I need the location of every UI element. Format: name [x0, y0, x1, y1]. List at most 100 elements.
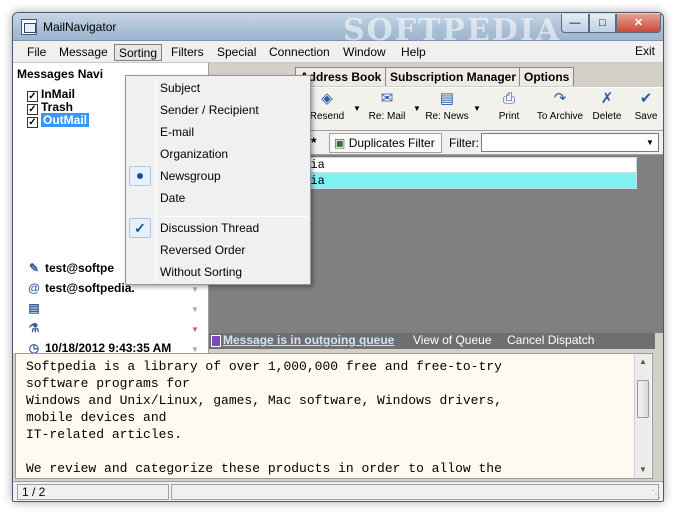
preview-line: Softpedia is a library of over 1,000,000…	[26, 359, 502, 374]
asterisk-icon: *	[311, 134, 317, 150]
menu-help[interactable]: Help	[397, 44, 430, 61]
sort-organization[interactable]: Organization	[160, 146, 228, 162]
navigator-header: Messages Navi	[17, 67, 104, 81]
outbox-icon	[211, 335, 221, 347]
preview-line: Windows and Unix/Linux, games, Mac softw…	[26, 393, 502, 408]
close-button[interactable]: ✕	[616, 14, 661, 33]
to-archive-button[interactable]: ↷ To Archive	[535, 90, 585, 130]
menu-bar: File Message Sorting Filters Special Con…	[13, 41, 663, 63]
reply-mail-dropdown-icon[interactable]: ▼	[413, 104, 421, 113]
menu-window[interactable]: Window	[339, 44, 390, 61]
duplicates-icon: ▣	[334, 136, 346, 150]
checkmark-icon: ✓	[129, 218, 151, 238]
sort-without-sorting[interactable]: Without Sorting	[160, 264, 242, 280]
print-label: Print	[498, 111, 520, 122]
folder-outmail[interactable]: ✓ OutMail	[27, 113, 89, 128]
folder-label: Trash	[41, 100, 74, 114]
tab-options[interactable]: Options	[519, 67, 575, 86]
status-panel	[171, 484, 659, 500]
delete-label: Delete	[592, 111, 622, 122]
menu-filters[interactable]: Filters	[167, 44, 208, 61]
sort-newsgroup[interactable]: Newsgroup	[160, 168, 221, 184]
recipient-value: test@softpe	[45, 261, 115, 275]
resize-grip-icon[interactable]: ⋱	[651, 489, 661, 500]
resend-dropdown-icon[interactable]: ▼	[353, 104, 361, 113]
status-bar: 1 / 2 ⋱	[13, 481, 663, 501]
book-icon: ▤	[28, 301, 40, 315]
sort-subject[interactable]: Subject	[160, 80, 200, 96]
folder-label: OutMail	[41, 113, 89, 127]
delete-button[interactable]: ✗ Delete	[589, 90, 625, 130]
attachment-icon: ⚗	[28, 321, 40, 335]
queue-status-text: Message is in outgoing queue	[223, 333, 395, 347]
resend-button[interactable]: ◈ Resend	[305, 90, 349, 130]
info-sender: @ test@softpedia.	[27, 279, 135, 297]
message-preview[interactable]: Softpedia is a library of over 1,000,000…	[15, 353, 653, 479]
preview-line: We review and categorize these products …	[26, 461, 502, 476]
menu-exit[interactable]: Exit	[635, 44, 655, 58]
scroll-up-icon[interactable]: ▲	[635, 354, 651, 370]
save-button[interactable]: ✔ Save	[629, 90, 663, 130]
preview-scrollbar[interactable]: ▲ ▼	[634, 354, 651, 478]
window-title: MailNavigator	[43, 20, 117, 34]
chevron-down-icon[interactable]: ▼	[191, 285, 199, 294]
menu-file[interactable]: File	[23, 44, 50, 61]
pen-icon: ✎	[28, 261, 40, 275]
at-icon: @	[28, 281, 40, 295]
title-bar: SOFTPEDIA MailNavigator — □ ✕	[13, 13, 663, 48]
reply-mail-icon: ✉	[380, 90, 394, 107]
chevron-down-icon[interactable]: ▼	[191, 305, 199, 314]
radio-selected-icon	[129, 166, 151, 186]
folder-label: InMail	[41, 87, 76, 101]
reply-news-label: Re: News	[425, 111, 469, 122]
info-recipient: ✎ test@softpe	[27, 259, 114, 277]
sort-email[interactable]: E-mail	[160, 124, 194, 140]
tab-subscription-manager[interactable]: Subscription Manager	[385, 67, 522, 86]
minimize-button[interactable]: —	[561, 14, 589, 33]
preview-line: mobile devices and	[26, 410, 167, 425]
view-queue-link[interactable]: View of Queue	[413, 333, 492, 348]
maximize-button[interactable]: □	[589, 14, 616, 33]
sort-sender-recipient[interactable]: Sender / Recipient	[160, 102, 259, 118]
preview-line: IT-related articles.	[26, 427, 183, 442]
info-book: ▤	[27, 299, 45, 317]
reply-mail-button[interactable]: ✉ Re: Mail	[365, 90, 409, 130]
menu-sorting[interactable]: Sorting	[114, 44, 163, 61]
sender-value: test@softpedia.	[45, 281, 135, 295]
info-attachment: ⚗	[27, 319, 45, 337]
resend-icon: ◈	[321, 90, 333, 107]
sorting-menu: Subject Sender / Recipient E-mail Organi…	[125, 75, 311, 285]
pager-status: 1 / 2	[17, 484, 169, 500]
reply-news-button[interactable]: ▤ Re: News	[425, 90, 469, 130]
duplicates-label: Duplicates Filter	[348, 136, 435, 150]
app-icon	[21, 19, 37, 35]
sort-reversed-order[interactable]: Reversed Order	[160, 242, 245, 258]
reply-news-dropdown-icon[interactable]: ▼	[473, 104, 481, 113]
menu-message[interactable]: Message	[55, 44, 112, 61]
delete-icon: ✗	[600, 90, 614, 107]
reply-mail-label: Re: Mail	[368, 111, 406, 122]
menu-connection[interactable]: Connection	[265, 44, 334, 61]
resend-label: Resend	[309, 111, 345, 122]
chevron-down-icon[interactable]: ▼	[643, 135, 657, 150]
save-label: Save	[634, 111, 658, 122]
menu-special[interactable]: Special	[213, 44, 260, 61]
archive-icon: ↷	[553, 90, 567, 107]
sort-date[interactable]: Date	[160, 190, 185, 206]
duplicates-filter-button[interactable]: ▣ Duplicates Filter	[329, 133, 442, 153]
menu-gutter	[156, 78, 157, 282]
menu-separator	[160, 216, 308, 217]
printer-icon: ⎙	[502, 90, 515, 107]
sort-discussion-thread[interactable]: Discussion Thread	[160, 220, 259, 236]
chevron-down-icon[interactable]: ▼	[191, 325, 199, 334]
reply-news-icon: ▤	[439, 90, 455, 107]
cancel-dispatch-link[interactable]: Cancel Dispatch	[507, 333, 594, 348]
filter-combobox[interactable]: ▼	[481, 133, 659, 152]
filter-label: Filter:	[449, 136, 479, 150]
scroll-thumb[interactable]	[637, 380, 649, 418]
print-button[interactable]: ⎙ Print	[491, 90, 527, 130]
preview-line: software programs for	[26, 376, 190, 391]
scroll-down-icon[interactable]: ▼	[635, 462, 651, 478]
folder-checkbox[interactable]: ✓	[27, 117, 38, 128]
mailnavigator-window: SOFTPEDIA MailNavigator — □ ✕ File Messa…	[12, 12, 664, 502]
